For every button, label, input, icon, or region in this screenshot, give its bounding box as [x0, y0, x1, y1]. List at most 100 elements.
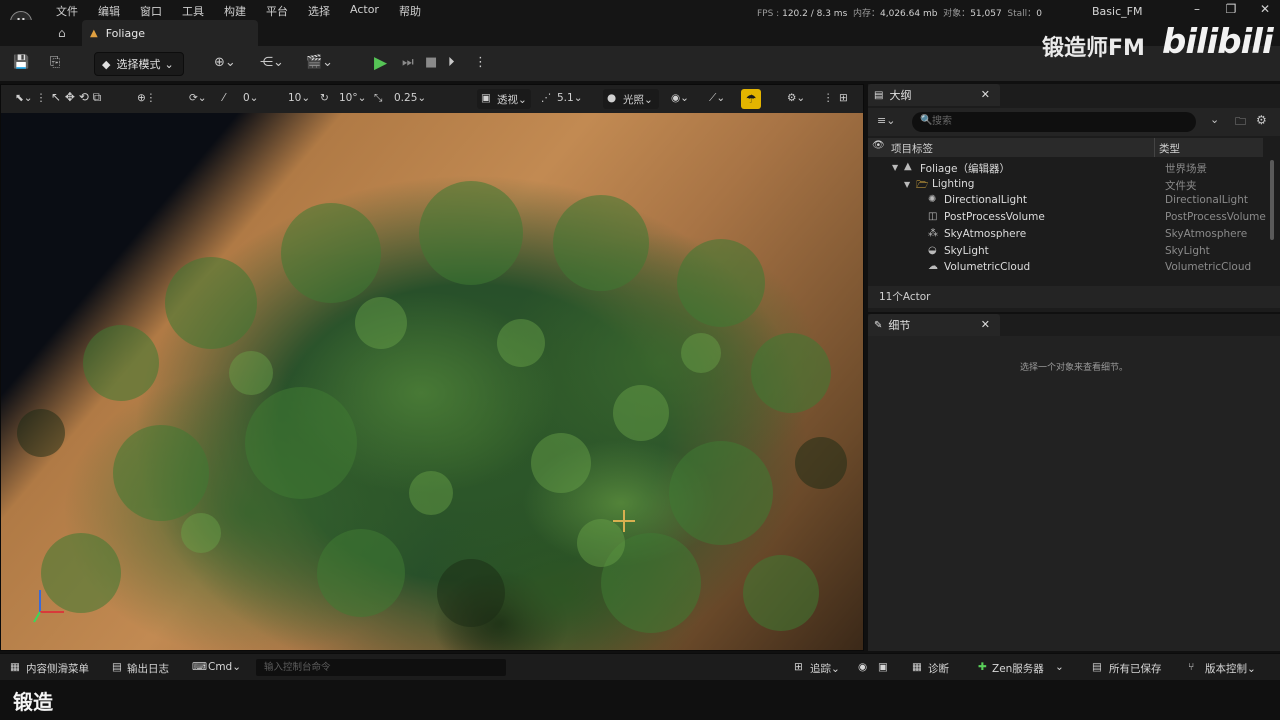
trace-dropdown[interactable]: 追踪⌄	[810, 661, 840, 676]
menu-help[interactable]: 帮助	[399, 3, 421, 19]
console-command-input[interactable]: 输入控制台命令	[256, 659, 506, 676]
menu-edit[interactable]: 编辑	[98, 3, 120, 19]
restore-icon[interactable]: ❐	[1214, 2, 1248, 16]
outliner-row[interactable]: ✺ DirectionalLight DirectionalLight	[868, 192, 1263, 209]
cmd-dropdown[interactable]: Cmd⌄	[208, 661, 241, 673]
details-title: 细节	[888, 319, 911, 332]
surface-snap-icon[interactable]: ⟳⌄	[189, 92, 207, 104]
content-drawer-button[interactable]: 内容侧滑菜单	[26, 661, 89, 676]
blueprint-icon[interactable]: ⋲⌄	[260, 55, 284, 70]
window-controls: – ❐ ✕	[1180, 2, 1280, 16]
play-icon[interactable]: ▶	[374, 53, 387, 73]
diagnostics-button[interactable]: 诊断	[928, 661, 949, 676]
menu-window[interactable]: 窗口	[140, 3, 162, 19]
outliner-row-type: DirectionalLight	[1165, 194, 1248, 207]
output-log-button[interactable]: 输出日志	[127, 661, 169, 676]
column-separator[interactable]	[1154, 138, 1155, 157]
outliner-row-label: VolumetricCloud	[944, 261, 1031, 274]
lod-value[interactable]: 5.1⌄	[557, 92, 583, 104]
tab-level-foliage[interactable]: ▲ Foliage	[82, 20, 258, 46]
details-panel: ✎ 细节 ✕ 选择一个对象来查看细节。	[868, 314, 1280, 651]
menu-build[interactable]: 构建	[224, 3, 246, 19]
menu-file[interactable]: 文件	[56, 3, 78, 19]
expand-arrow-icon[interactable]: ▼	[892, 163, 898, 172]
eject-icon[interactable]: ⏵	[448, 55, 455, 70]
realtime-icon[interactable]: ☂	[741, 89, 761, 109]
outliner-search-input[interactable]: 搜索	[912, 112, 1196, 132]
outliner-row[interactable]: ◫ PostProcessVolume PostProcessVolume	[868, 209, 1266, 226]
outliner-row[interactable]: ⁂ SkyAtmosphere SkyAtmosphere	[868, 226, 1263, 243]
outliner-row[interactable]: ◒ SkyLight SkyLight	[868, 243, 1263, 260]
scene-render[interactable]	[1, 113, 863, 650]
outliner-row[interactable]: ☁ VolumetricCloud VolumetricCloud	[868, 259, 1263, 276]
mode-select-button[interactable]: ◆ 选择模式 ⌄	[94, 52, 184, 76]
lod-icon[interactable]: ⋰	[541, 92, 552, 104]
close-icon[interactable]: ✕	[981, 88, 990, 101]
lighting-mode-button[interactable]: ● 光照⌄	[603, 89, 659, 109]
view-mode-button[interactable]: ▣ 透视⌄	[477, 89, 531, 109]
tab-details[interactable]: ✎ 细节 ✕	[868, 314, 1000, 336]
outliner-title: 大纲	[889, 89, 912, 102]
outliner-row-label: DirectionalLight	[944, 194, 1027, 207]
layout-icon[interactable]: ⊞	[839, 92, 848, 104]
outliner-scrollbar[interactable]	[1270, 160, 1274, 240]
rotation-snap-value[interactable]: 10°⌄	[339, 92, 366, 104]
menu-platform[interactable]: 平台	[266, 3, 288, 19]
outliner-row[interactable]: ▼ ▲ Foliage（编辑器） 世界场景	[868, 159, 1263, 176]
main-menu: 文件 编辑 窗口 工具 构建 平台 选择 Actor 帮助	[56, 3, 441, 19]
search-icon: 🔍	[920, 115, 933, 126]
viewport-settings-icon[interactable]: ⚙⌄	[787, 92, 805, 104]
scale-snap-icon[interactable]: ⤡	[374, 92, 382, 105]
grid-snap-toggle[interactable]: 0⌄	[243, 92, 258, 104]
viewport-more-icon[interactable]: ⋮	[823, 92, 834, 104]
visibility-icon[interactable]: 👁	[872, 140, 885, 151]
performance-icon[interactable]: ⟋⌄	[709, 92, 725, 105]
record-icon[interactable]: ◉	[858, 661, 867, 673]
menu-tools[interactable]: 工具	[182, 3, 204, 19]
outliner-row[interactable]: ▼ 🗁 Lighting 文件夹	[868, 176, 1263, 193]
close-icon[interactable]: ✕	[1248, 2, 1280, 16]
grid-snap-icon[interactable]: ⁄	[223, 92, 225, 104]
camera-icon: ▣	[481, 92, 491, 104]
zen-server-button[interactable]: Zen服务器	[992, 661, 1044, 676]
home-icon[interactable]: ⌂	[58, 26, 66, 40]
add-folder-icon[interactable]: 🗀	[1235, 113, 1246, 132]
step-icon[interactable]: ⏭	[402, 55, 414, 70]
actor-type-icon: ▲	[904, 161, 912, 172]
select-tool-icon[interactable]: ⬉⌄ ⋮	[15, 92, 46, 104]
trace-icon: ⊞	[794, 661, 803, 673]
lit-sphere-icon: ●	[607, 92, 617, 104]
zen-chevron-down-icon[interactable]: ⌄	[1055, 661, 1064, 673]
bilibili-watermark: bilibili	[1162, 22, 1274, 62]
transform-tools-icon[interactable]: ↖ ✥ ⟲ ⧉	[51, 90, 101, 105]
outliner-settings-icon[interactable]: ⚙	[1256, 113, 1267, 127]
actor-type-icon: ⁂	[928, 227, 938, 239]
more-options-icon[interactable]: ⋮	[474, 55, 487, 70]
level-viewport[interactable]: ⬉⌄ ⋮ ↖ ✥ ⟲ ⧉ ⊕⋮ ⟳⌄ ⁄ 0⌄ 10⌄ ↻ 10°⌄ ⤡ 0.2…	[0, 84, 864, 651]
rotation-snap-icon[interactable]: ↻	[320, 92, 329, 104]
close-icon[interactable]: ✕	[981, 318, 990, 331]
pencil-icon: ✎	[874, 319, 883, 331]
menu-actor[interactable]: Actor	[350, 3, 379, 19]
world-local-icon[interactable]: ⊕⋮	[137, 92, 156, 104]
grid-snap-value[interactable]: 10⌄	[288, 92, 310, 104]
screenshot-icon[interactable]: ▣	[878, 661, 888, 673]
tab-outliner[interactable]: ▤ 大纲 ✕	[868, 84, 1000, 106]
revision-control-dropdown[interactable]: 版本控制⌄	[1205, 661, 1256, 676]
column-type[interactable]: 类型	[1159, 141, 1180, 156]
search-chevron-down-icon[interactable]: ⌄	[1210, 113, 1219, 126]
source-control-icon[interactable]: ⎘	[50, 55, 60, 70]
all-saved-button[interactable]: 所有已保存	[1109, 661, 1162, 676]
minimize-icon[interactable]: –	[1180, 2, 1214, 16]
performance-stats: FPS : 120.2 / 8.3 ms 内存：4,026.64 mb 对象：5…	[757, 6, 1042, 19]
add-actor-icon[interactable]: ⊕⌄	[214, 55, 236, 70]
stop-icon[interactable]: ■	[425, 55, 437, 70]
column-item-label[interactable]: 项目标签	[891, 141, 933, 156]
expand-arrow-icon[interactable]: ▼	[904, 180, 910, 189]
save-icon[interactable]: 💾	[13, 55, 29, 70]
show-flags-icon[interactable]: ◉⌄	[671, 92, 689, 104]
filter-icon[interactable]: ≡⌄	[877, 114, 895, 127]
menu-select[interactable]: 选择	[308, 3, 330, 19]
scale-snap-value[interactable]: 0.25⌄	[394, 92, 426, 104]
cinematics-icon[interactable]: 🎬⌄	[306, 55, 333, 70]
